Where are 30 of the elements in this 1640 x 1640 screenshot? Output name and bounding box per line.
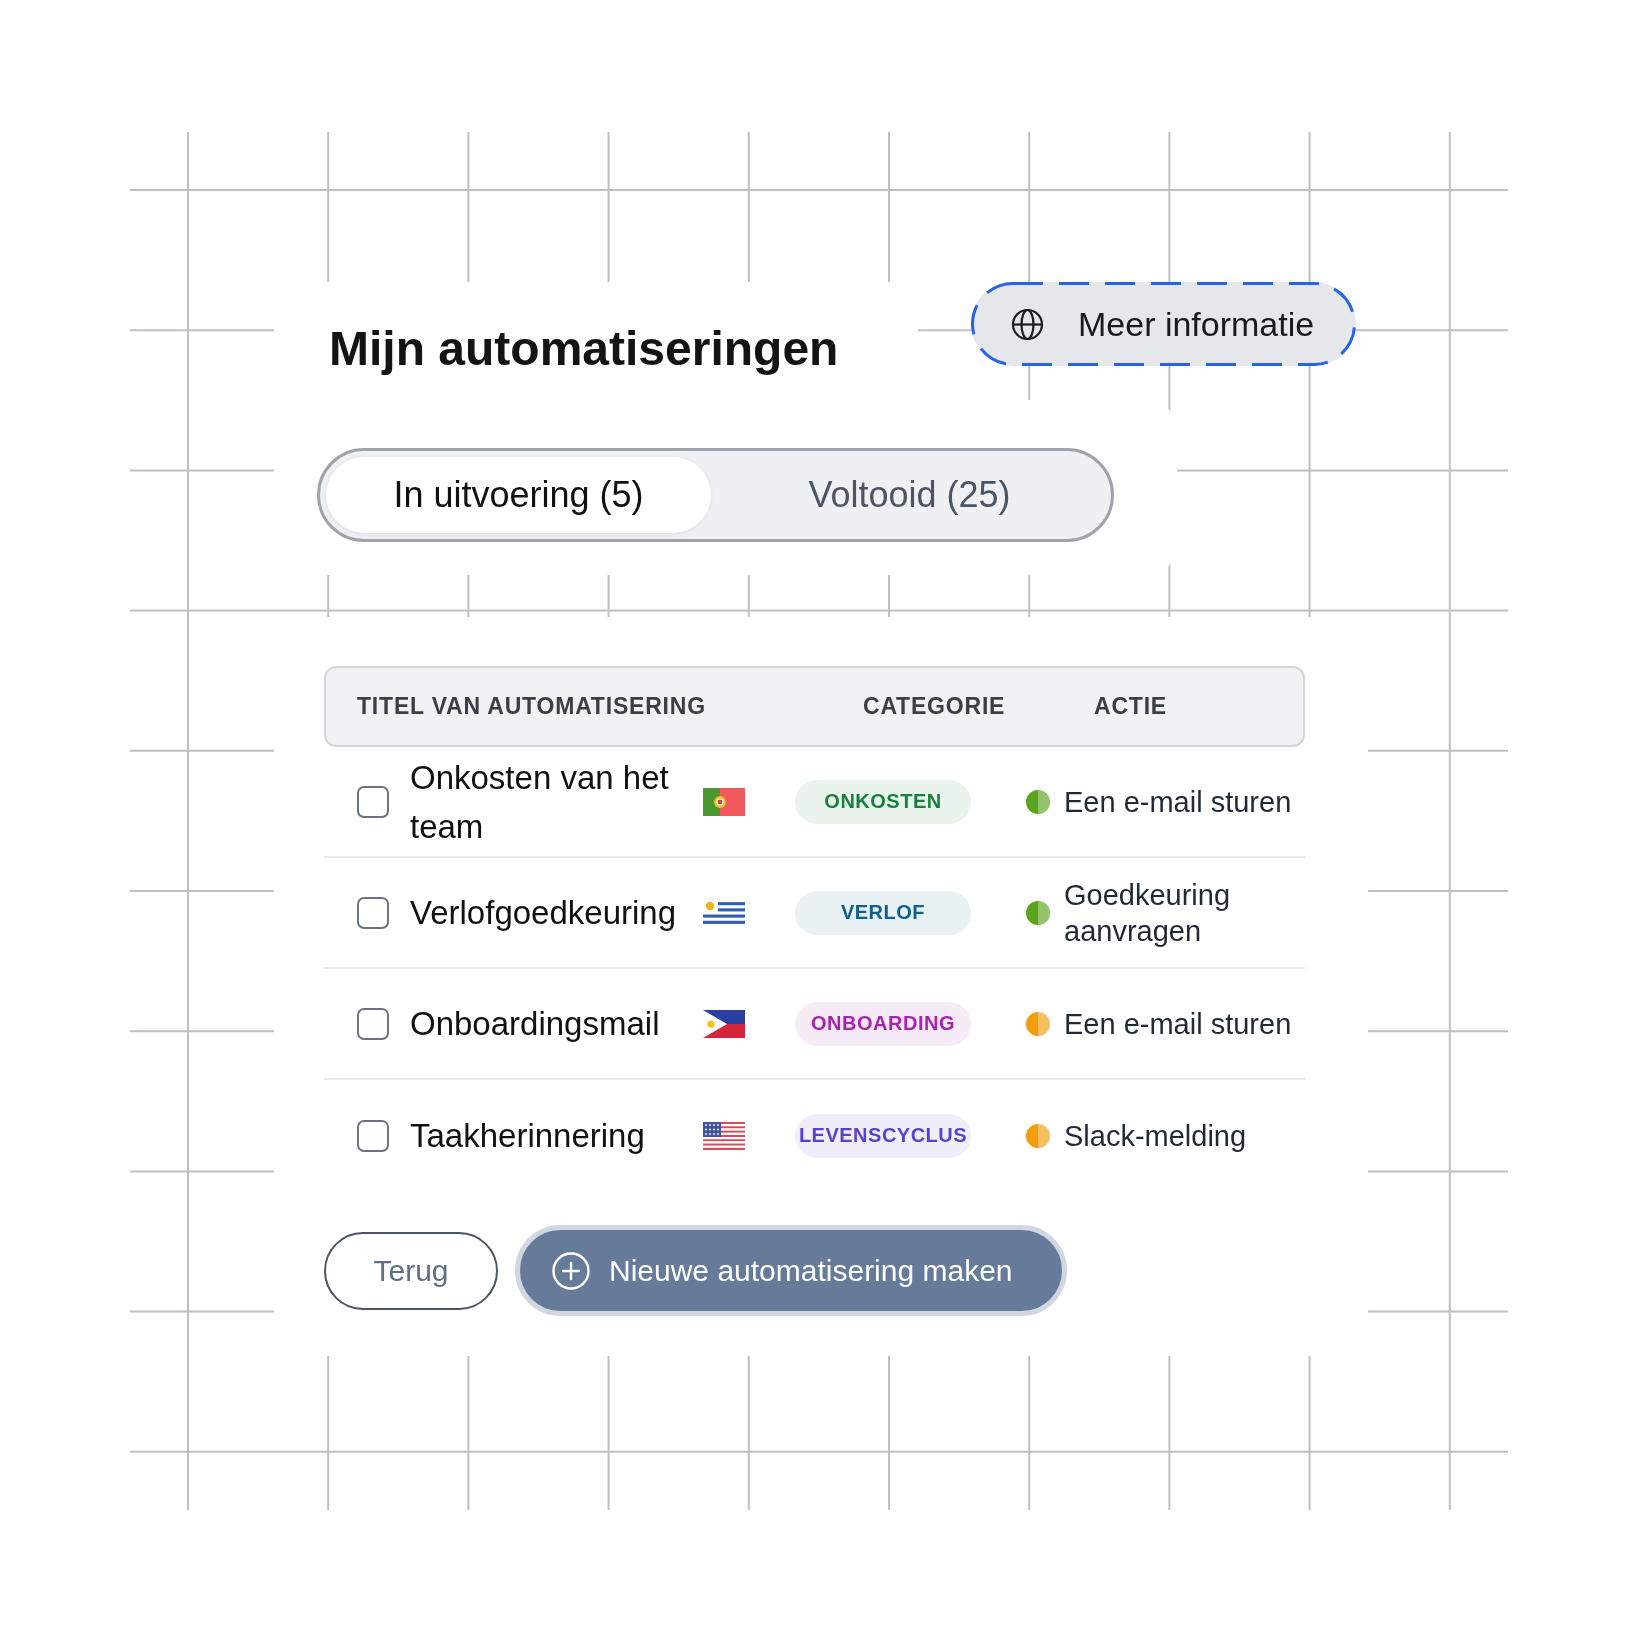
globe-icon [1011, 307, 1044, 341]
automation-title: Taakherinnering [410, 1116, 646, 1156]
column-header: CATEGORIE [863, 693, 1007, 720]
category-tag: ONBOARDING [795, 1001, 971, 1046]
checkbox[interactable] [357, 1119, 389, 1152]
plus-circle-icon [552, 1251, 590, 1290]
category-tag: LEVENSCYCLUS [795, 1113, 971, 1158]
action-text: Goedkeuring aanvragen [1064, 877, 1232, 949]
automation-title: Onboardingsmail [410, 1004, 661, 1044]
create-button[interactable]: Nieuwe automatisering maken [515, 1225, 1067, 1316]
page-title: Mijn automatiseringen [329, 322, 839, 376]
back-button[interactable]: Terug [324, 1231, 498, 1310]
flag-icon [703, 787, 745, 816]
checkbox[interactable] [357, 896, 389, 929]
column-header: ACTIE [1094, 693, 1167, 720]
flag-icon [703, 1121, 745, 1150]
action-text: Een e-mail sturen [1064, 1006, 1293, 1042]
category-tag: VERLOF [795, 890, 971, 935]
automation-title: Verlofgoedkeuring [410, 893, 678, 933]
category-tag: ONKOSTEN [795, 779, 971, 824]
action-text: Een e-mail sturen [1064, 784, 1293, 820]
automation-title: Onkosten van het team [410, 757, 670, 847]
tab[interactable]: In uitvoering (5) [326, 457, 711, 533]
action-text: Slack-melding [1064, 1118, 1248, 1154]
tab[interactable]: Voltooid (25) [711, 457, 1108, 533]
info-button[interactable]: Meer informatie [971, 282, 1356, 366]
column-header: TITEL VAN AUTOMATISERING [357, 693, 707, 720]
flag-icon [703, 1009, 745, 1038]
checkbox[interactable] [357, 785, 389, 818]
checkbox[interactable] [357, 1007, 389, 1040]
